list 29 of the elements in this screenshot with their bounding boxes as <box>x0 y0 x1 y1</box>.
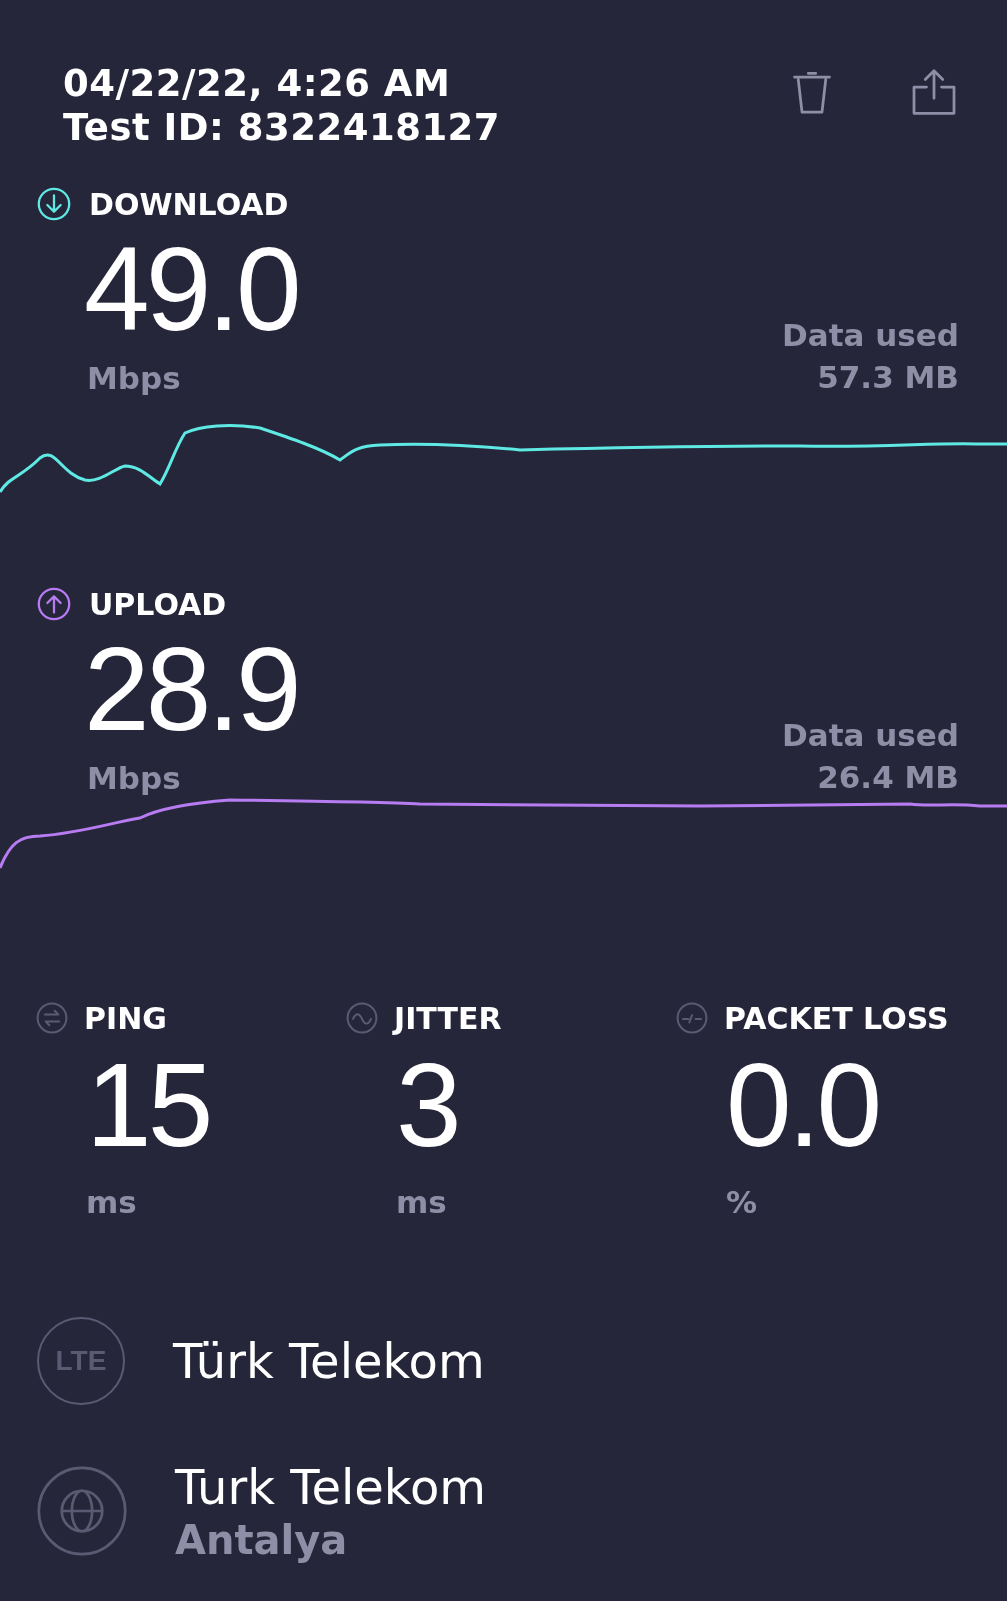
carrier-name: Türk Telekom <box>173 1332 485 1390</box>
server-location: Antalya <box>175 1516 348 1564</box>
globe-icon <box>37 1466 127 1556</box>
test-date: 04/22/22, 4:26 AM <box>63 62 451 106</box>
metric-value: 15 <box>85 1050 210 1160</box>
metric-value: 0.0 <box>725 1050 879 1160</box>
metric-label: PING <box>84 1000 167 1036</box>
packet-loss-icon <box>674 1000 710 1036</box>
metric-value: 3 <box>395 1050 458 1160</box>
metric-unit: ms <box>395 1183 447 1222</box>
wave-icon <box>344 1000 380 1036</box>
data-used-value: 57.3 MB <box>817 358 959 397</box>
speed-value: 49.0 <box>83 234 298 344</box>
data-used-label: Data used <box>782 716 959 755</box>
speed-unit: Mbps <box>87 759 181 798</box>
data-used-value: 26.4 MB <box>817 758 959 797</box>
metric-label: UPLOAD <box>89 586 227 622</box>
metric-unit: % <box>725 1183 758 1222</box>
data-used-label: Data used <box>782 316 959 355</box>
server-name: Turk Telekom <box>175 1458 486 1516</box>
test-id: Test ID: 8322418127 <box>63 106 501 150</box>
metric-label: DOWNLOAD <box>89 186 289 222</box>
metric-unit: ms <box>85 1183 137 1222</box>
metric-label: JITTER <box>394 1000 502 1036</box>
speed-unit: Mbps <box>87 359 181 398</box>
ping-arrows-icon <box>34 1000 70 1036</box>
speed-value: 28.9 <box>83 634 298 744</box>
metric-label: PACKET LOSS <box>724 1000 949 1036</box>
lte-badge: LTE <box>37 1317 125 1405</box>
